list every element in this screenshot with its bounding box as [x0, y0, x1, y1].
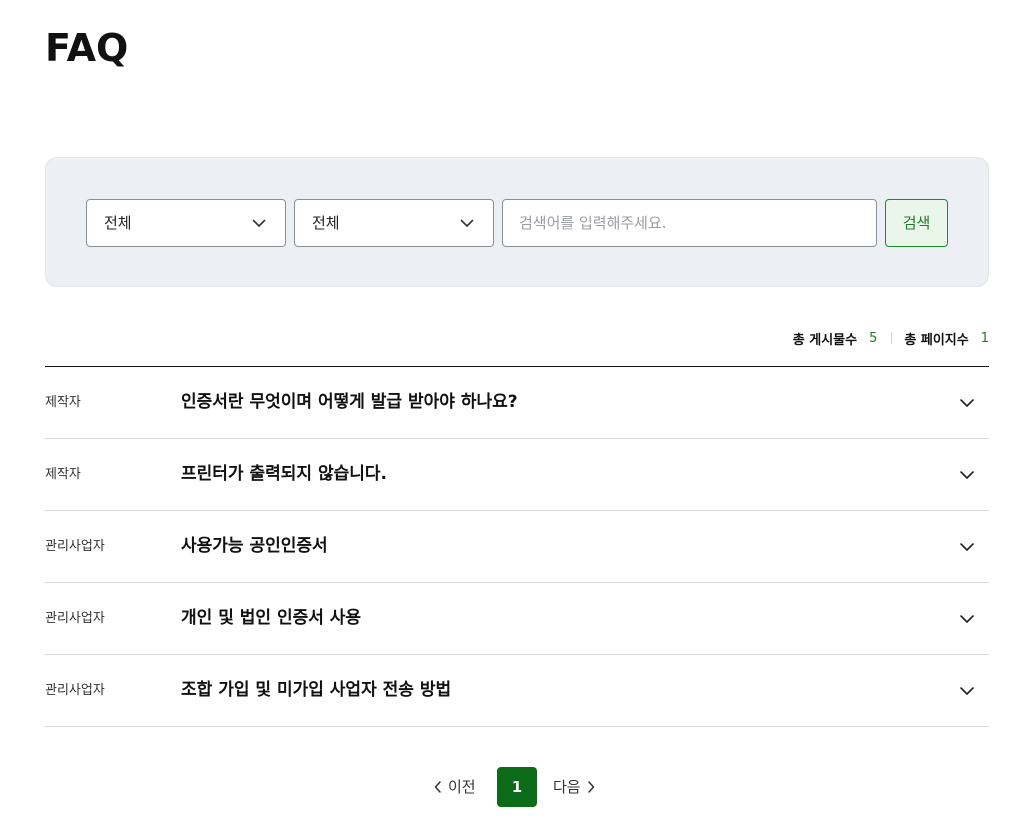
faq-question: 인증서란 무엇이며 어떻게 발급 받아야 하나요?	[181, 392, 518, 412]
total-posts-count: 5	[869, 330, 878, 346]
post-stats: 총 게시물수 5 총 페이지수 1	[793, 328, 989, 348]
search-panel: 전체 전체 검색	[45, 157, 989, 287]
faq-question: 개인 및 법인 인증서 사용	[181, 608, 362, 628]
total-pages-count: 1	[980, 330, 989, 346]
chevron-down-icon[interactable]	[959, 467, 975, 483]
category-select-1-value: 전체	[104, 214, 132, 232]
search-button[interactable]: 검색	[885, 199, 948, 247]
prev-page-label: 이전	[448, 778, 476, 796]
faq-item[interactable]: 관리사업자 사용가능 공인인증서	[45, 511, 989, 583]
search-input[interactable]	[502, 199, 877, 247]
faq-question: 조합 가입 및 미가입 사업자 전송 방법	[181, 680, 452, 700]
chevron-down-icon	[460, 219, 474, 227]
faq-question: 프린터가 출력되지 않습니다.	[181, 464, 387, 484]
category-select-2-value: 전체	[312, 214, 340, 232]
chevron-down-icon[interactable]	[959, 395, 975, 411]
faq-category: 관리사업자	[45, 611, 105, 626]
next-page-label: 다음	[553, 778, 581, 796]
chevron-down-icon[interactable]	[959, 539, 975, 555]
faq-item[interactable]: 제작자 프린터가 출력되지 않습니다.	[45, 439, 989, 511]
faq-item[interactable]: 관리사업자 개인 및 법인 인증서 사용	[45, 583, 989, 655]
chevron-down-icon[interactable]	[959, 683, 975, 699]
page-number-current[interactable]: 1	[497, 767, 537, 807]
page-title: FAQ	[45, 26, 129, 70]
faq-category: 관리사업자	[45, 683, 105, 698]
total-pages-label: 총 페이지수	[904, 332, 969, 348]
category-select-2[interactable]: 전체	[294, 199, 494, 247]
chevron-right-icon	[587, 781, 594, 793]
faq-category: 관리사업자	[45, 539, 105, 554]
chevron-down-icon	[252, 219, 266, 227]
faq-question: 사용가능 공인인증서	[181, 536, 328, 556]
pagination: 이전 1 다음	[0, 767, 1026, 807]
total-posts-label: 총 게시물수	[792, 332, 858, 348]
category-select-1[interactable]: 전체	[86, 199, 286, 247]
stats-divider	[891, 332, 893, 344]
chevron-left-icon	[434, 781, 441, 793]
faq-list: 제작자 인증서란 무엇이며 어떻게 발급 받아야 하나요? 제작자 프린터가 출…	[45, 366, 989, 727]
faq-category: 제작자	[45, 467, 81, 482]
faq-category: 제작자	[45, 395, 81, 410]
chevron-down-icon[interactable]	[959, 611, 975, 627]
faq-item[interactable]: 제작자 인증서란 무엇이며 어떻게 발급 받아야 하나요?	[45, 367, 989, 439]
faq-item[interactable]: 관리사업자 조합 가입 및 미가입 사업자 전송 방법	[45, 655, 989, 727]
prev-page-button[interactable]: 이전	[433, 767, 476, 807]
next-page-button[interactable]: 다음	[553, 767, 596, 807]
